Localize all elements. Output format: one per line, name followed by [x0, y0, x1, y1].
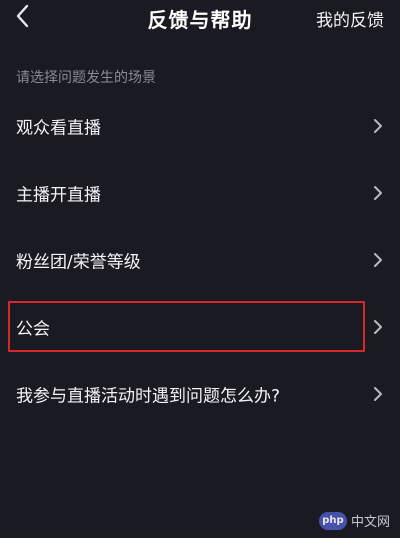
chevron-right-icon — [372, 118, 384, 134]
screen: 反馈与帮助 我的反馈 请选择问题发生的场景 观众看直播 主播开直播 粉丝团/荣誉… — [0, 0, 400, 538]
list-item-label: 我参与直播活动时遇到问题怎么办? — [16, 386, 281, 406]
chevron-right-icon — [372, 185, 384, 201]
list-item-label: 公会 — [16, 319, 50, 339]
list-item-host-live[interactable]: 主播开直播 — [0, 159, 400, 226]
watermark: php 中文网 — [318, 511, 390, 530]
php-logo: php — [318, 511, 347, 530]
list-item-label: 观众看直播 — [16, 118, 101, 138]
list-item-label: 粉丝团/荣誉等级 — [16, 252, 141, 272]
list-item-label: 主播开直播 — [16, 185, 101, 205]
watermark-text: 中文网 — [350, 515, 390, 530]
list-item-viewer-live[interactable]: 观众看直播 — [0, 92, 400, 159]
highlight-box — [8, 301, 365, 352]
my-feedback-link[interactable]: 我的反馈 — [316, 6, 384, 31]
top-bar: 反馈与帮助 我的反馈 — [0, 0, 400, 36]
scenario-list: 观众看直播 主播开直播 粉丝团/荣誉等级 公会 我参与直播活动时遇到问题怎么办? — [0, 92, 400, 427]
chevron-right-icon — [372, 319, 384, 335]
chevron-right-icon — [372, 252, 384, 268]
list-item-fan-club[interactable]: 粉丝团/荣誉等级 — [0, 226, 400, 293]
section-hint: 请选择问题发生的场景 — [16, 70, 156, 86]
list-item-guild[interactable]: 公会 — [0, 293, 400, 360]
list-item-live-activity[interactable]: 我参与直播活动时遇到问题怎么办? — [0, 360, 400, 427]
chevron-right-icon — [372, 386, 384, 402]
